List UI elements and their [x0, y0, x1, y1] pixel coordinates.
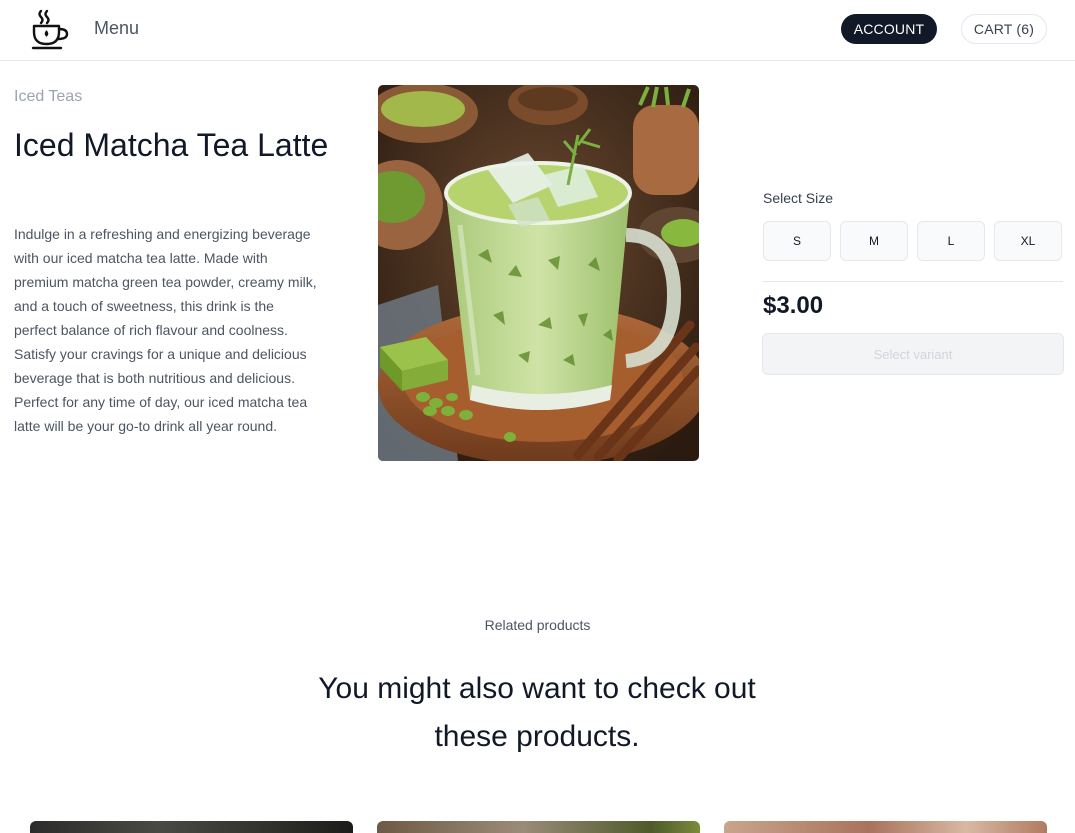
related-products-heading: You might also want to check out these p… — [318, 672, 756, 753]
size-option-xl[interactable]: XL — [994, 221, 1062, 261]
size-option-m[interactable]: M — [840, 221, 908, 261]
site-header: Menu ACCOUNT CART (6) — [0, 0, 1075, 61]
account-button[interactable]: ACCOUNT — [841, 14, 937, 44]
select-size-label: Select Size — [763, 190, 834, 206]
size-options: S M L XL — [763, 221, 1062, 261]
coffee-cup-icon[interactable] — [30, 9, 70, 51]
product-image — [378, 85, 699, 461]
related-product-card[interactable] — [377, 821, 700, 833]
divider — [763, 281, 1063, 282]
size-option-s[interactable]: S — [763, 221, 831, 261]
product-title: Iced Matcha Tea Latte — [14, 127, 329, 163]
product-price: $3.00 — [763, 292, 824, 319]
related-products-label: Related products — [484, 617, 591, 633]
related-product-card[interactable] — [724, 821, 1047, 833]
related-product-card[interactable] — [30, 821, 353, 833]
size-option-l[interactable]: L — [917, 221, 985, 261]
cart-button[interactable]: CART (6) — [961, 14, 1047, 44]
select-variant-button[interactable]: Select variant — [762, 333, 1064, 375]
menu-link[interactable]: Menu — [94, 18, 139, 39]
product-description: Indulge in a refreshing and energizing b… — [14, 226, 317, 434]
product-category[interactable]: Iced Teas — [14, 88, 82, 106]
